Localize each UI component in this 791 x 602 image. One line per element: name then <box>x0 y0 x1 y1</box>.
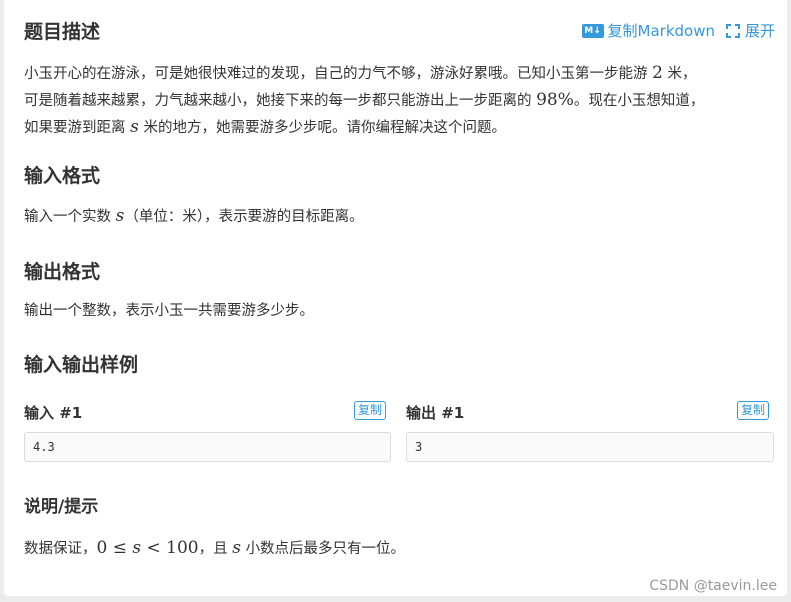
copy-output-button[interactable]: 复制 <box>737 401 770 420</box>
markdown-icon: M↓ <box>581 23 604 38</box>
watermark: CSDN @taevin.lee <box>649 578 777 594</box>
math-distance-first: 2 <box>652 63 663 83</box>
hint-title: 说明/提示 <box>24 497 99 517</box>
copy-markdown-button[interactable]: M↓ 复制Markdown <box>581 20 715 41</box>
math-s: s <box>232 538 241 558</box>
expand-label: 展开 <box>744 22 775 40</box>
samples-title: 输入输出样例 <box>24 354 139 376</box>
math-range: 0 ≤ s < 100 <box>96 538 199 558</box>
sample-output-label: 输出 #1 <box>406 404 465 422</box>
output-format-title: 输出格式 <box>24 261 101 283</box>
math-s: s <box>130 117 139 137</box>
copy-markdown-label: 复制Markdown <box>607 22 715 40</box>
sample-input-box[interactable]: 4.3 <box>24 432 391 462</box>
output-format-text: 输出一个整数，表示小玉一共需要游多少步。 <box>24 303 314 319</box>
description-text: 小玉开心的在游泳，可是她很快难过的发现，自己的力气不够，游泳好累哦。已知小玉第一… <box>24 63 705 137</box>
description-title: 题目描述 <box>24 21 101 43</box>
input-format-title: 输入格式 <box>24 165 101 187</box>
input-format-text: 输入一个实数 s（单位：米），表示要游的目标距离。 <box>24 206 364 226</box>
problem-card: 题目描述 M↓ 复制Markdown 展开 小玉开心的在游泳，可是她很快难过的发… <box>4 0 787 596</box>
expand-button[interactable]: 展开 <box>725 20 775 41</box>
sample-output-box[interactable]: 3 <box>406 432 774 462</box>
hint-text: 数据保证，0 ≤ s < 100，且 s 小数点后最多只有一位。 <box>24 538 406 558</box>
top-actions: M↓ 复制Markdown 展开 <box>581 20 775 41</box>
copy-input-button[interactable]: 复制 <box>354 401 387 420</box>
math-percent: 98% <box>536 90 574 110</box>
expand-icon <box>725 23 740 38</box>
sample-input-label: 输入 #1 <box>24 404 83 422</box>
